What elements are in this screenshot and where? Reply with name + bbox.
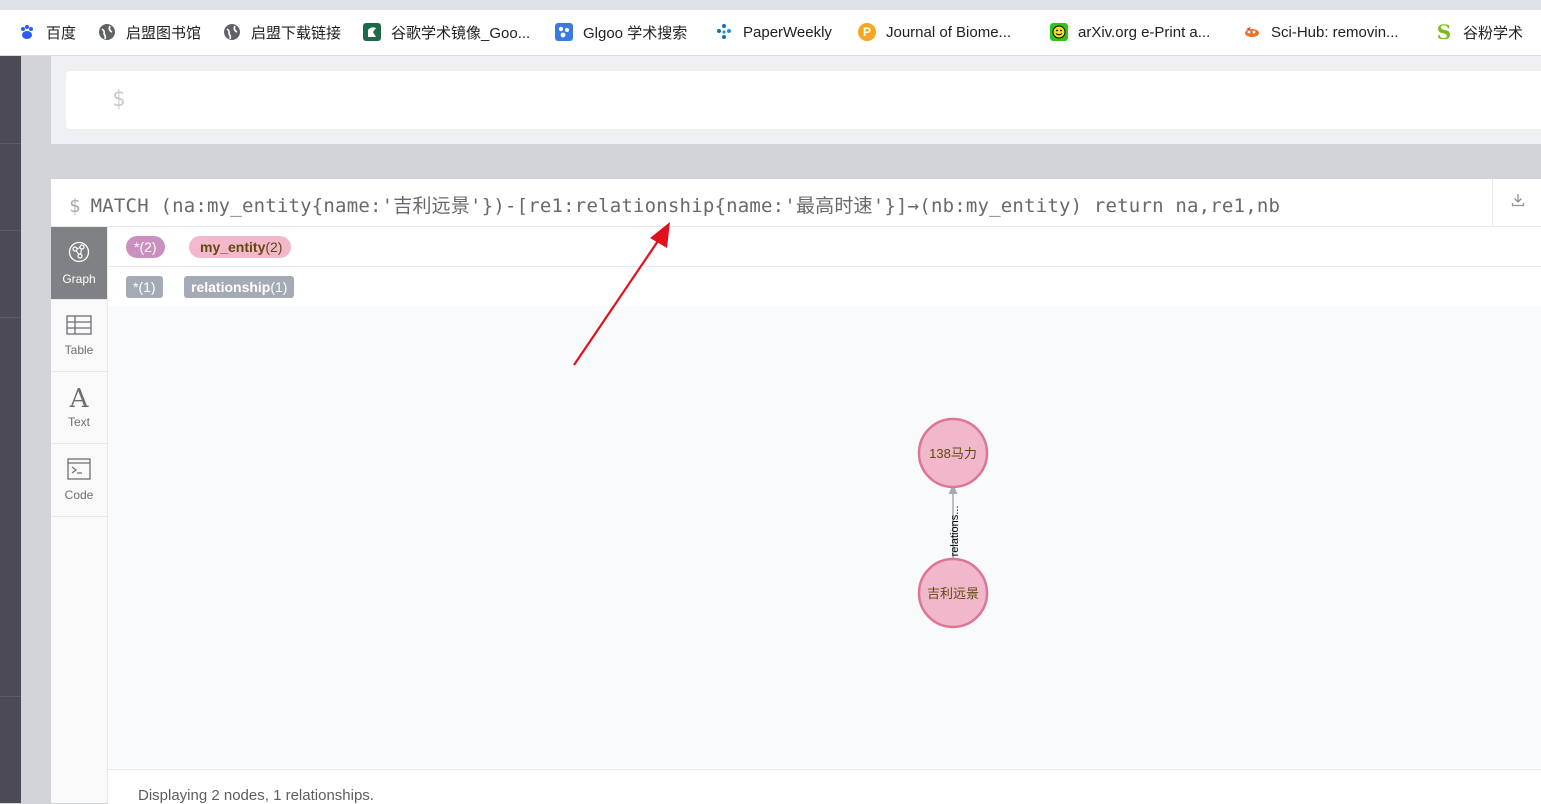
sidebar-divider: [0, 143, 21, 144]
frame-header: $ MATCH (na:my_entity{name:'吉利远景'})-[re1:…: [51, 179, 1541, 227]
legend-node-all[interactable]: *(2): [126, 236, 165, 258]
bookmark-arxiv[interactable]: arXiv.org e-Print a...: [1050, 22, 1210, 42]
legend-rel-relationship[interactable]: relationship(1): [184, 276, 295, 298]
tab-label: Text: [67, 415, 90, 429]
glgoo-icon: [555, 23, 573, 41]
legend-count: (2): [139, 239, 157, 255]
graph-icon: [67, 240, 91, 267]
bookmark-label: 百度: [46, 24, 77, 42]
result-frame: $ MATCH (na:my_entity{name:'吉利远景'})-[re1:…: [51, 179, 1541, 804]
bookmark-journal[interactable]: P Journal of Biome...: [858, 22, 1011, 42]
cypher-editor-input[interactable]: $: [66, 71, 1541, 129]
download-icon: [1511, 193, 1525, 212]
tab-label: Code: [64, 488, 94, 502]
relationship-label[interactable]: relations...: [949, 506, 961, 557]
frame-query[interactable]: $ MATCH (na:my_entity{name:'吉利远景'})-[re1:…: [69, 191, 1280, 218]
bookmark-label: Journal of Biome...: [886, 23, 1012, 41]
bookmark-glgoo[interactable]: Glgoo 学术搜索: [555, 22, 687, 42]
sidebar-divider: [0, 230, 21, 231]
graph-canvas[interactable]: relations... 138马力 吉利远景: [108, 306, 1541, 768]
legend-node-my-entity[interactable]: my_entity(2): [189, 236, 292, 258]
node-legend: *(2) my_entity(2): [108, 227, 1541, 267]
paperweekly-icon: [715, 23, 733, 41]
bookmark-label: 启盟下载链接: [251, 24, 342, 42]
tab-text[interactable]: A Text: [51, 372, 107, 444]
status-bar: Displaying 2 nodes, 1 relationships.: [108, 769, 1541, 804]
legend-name: my_entity: [200, 239, 266, 255]
bookmark-qimeng-library[interactable]: 启盟图书馆: [98, 22, 201, 42]
tab-graph[interactable]: Graph: [51, 227, 107, 300]
sidebar-divider: [0, 696, 21, 697]
baidu-paw-icon: [18, 23, 36, 41]
journal-p-icon: P: [858, 23, 876, 41]
scholar-mirror-icon: [363, 23, 381, 41]
text-icon: A: [69, 384, 89, 414]
relationship-legend: *(1) relationship(1): [108, 267, 1541, 307]
raven-icon: [1243, 23, 1261, 41]
download-button[interactable]: [1492, 179, 1541, 226]
tab-label: Table: [64, 342, 94, 357]
globe-icon: [223, 23, 241, 41]
gufen-s-icon: S: [1436, 20, 1452, 44]
tab-code[interactable]: Code: [51, 444, 107, 517]
bookmark-label: 谷粉学术: [1463, 24, 1524, 42]
legend-rel-all[interactable]: *(1): [126, 276, 163, 298]
bookmark-label: PaperWeekly: [743, 23, 832, 41]
legend-count: (2): [265, 239, 283, 255]
legend-count: (1): [270, 279, 288, 295]
tab-label: Graph: [62, 272, 96, 286]
table-icon: [66, 314, 92, 338]
bookmark-label: Sci-Hub: removin...: [1271, 23, 1399, 41]
app-sidebar: [0, 56, 21, 803]
bookmark-label: Glgoo 学术搜索: [583, 24, 688, 42]
bookmark-label: 谷歌学术镜像_Goo...: [391, 24, 531, 42]
bookmark-baidu[interactable]: 百度: [18, 22, 76, 42]
legend-name: relationship: [191, 279, 271, 295]
bookmarks-bar: 百度 启盟图书馆 启盟下载链接 谷歌学术镜像_Goo... Glgoo 学术搜索…: [0, 10, 1541, 56]
graph-node-label: 吉利远景: [927, 586, 979, 601]
legend-count: (1): [138, 279, 156, 295]
tab-table[interactable]: Table: [51, 300, 107, 372]
query-text: MATCH (na:my_entity{name:'吉利远景'})-[re1:r…: [90, 195, 1281, 217]
code-icon: [67, 458, 91, 483]
sidebar-divider: [0, 317, 21, 318]
query-prompt: $: [69, 195, 81, 217]
bookmark-scihub[interactable]: Sci-Hub: removin...: [1243, 22, 1399, 42]
result-view-tabs: Graph Table A Text Code: [51, 227, 108, 803]
bookmark-label: arXiv.org e-Print a...: [1078, 23, 1211, 41]
bookmark-gufen[interactable]: S 谷粉学术: [1435, 20, 1524, 44]
editor-prompt: $: [112, 87, 126, 112]
globe-icon: [98, 23, 116, 41]
status-text: Displaying 2 nodes, 1 relationships.: [138, 787, 374, 804]
graph-node-label: 138马力: [929, 446, 977, 461]
bookmark-qimeng-download[interactable]: 启盟下载链接: [223, 22, 341, 42]
browser-tab-strip: [0, 0, 1541, 10]
graph-svg: relations... 138马力 吉利远景: [917, 417, 989, 629]
smiley-icon: [1050, 23, 1068, 41]
bookmark-paperweekly[interactable]: PaperWeekly: [715, 22, 832, 42]
bookmark-label: 启盟图书馆: [126, 24, 202, 42]
bookmark-scholar-mirror[interactable]: 谷歌学术镜像_Goo...: [363, 22, 530, 42]
